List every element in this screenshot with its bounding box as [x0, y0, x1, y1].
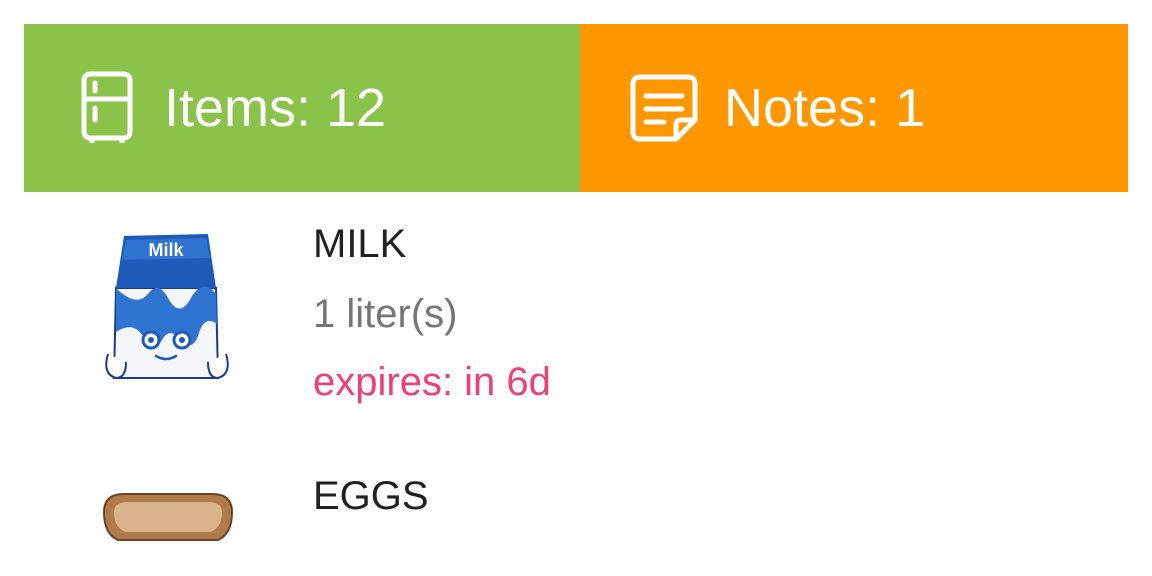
list-item-milk[interactable]: Milk MILK 1 liter(s) expires: in 6d: [0, 192, 1152, 432]
item-name: MILK: [313, 222, 407, 266]
app-screen: Items: 12 Notes: 1 Milk MILK 1 liter(s) …: [0, 0, 1152, 576]
tab-notes-label: Notes: 1: [724, 78, 926, 138]
egg-carton-icon: [96, 482, 240, 576]
milk-carton-icon: Milk: [96, 228, 240, 388]
tab-bar: Items: 12 Notes: 1: [24, 24, 1128, 192]
list-item-eggs[interactable]: EGGS: [0, 464, 1152, 576]
note-icon: [628, 72, 700, 144]
milk-carton-label: Milk: [148, 240, 184, 260]
item-name: EGGS: [313, 474, 429, 518]
tab-items-label: Items: 12: [164, 78, 387, 138]
tab-notes[interactable]: Notes: 1: [580, 24, 1128, 192]
item-quantity: 1 liter(s): [313, 292, 458, 336]
tab-items[interactable]: Items: 12: [24, 24, 580, 192]
item-expires: expires: in 6d: [313, 360, 551, 404]
fridge-icon: [80, 71, 134, 145]
item-list: Milk MILK 1 liter(s) expires: in 6d EGGS: [0, 192, 1152, 576]
